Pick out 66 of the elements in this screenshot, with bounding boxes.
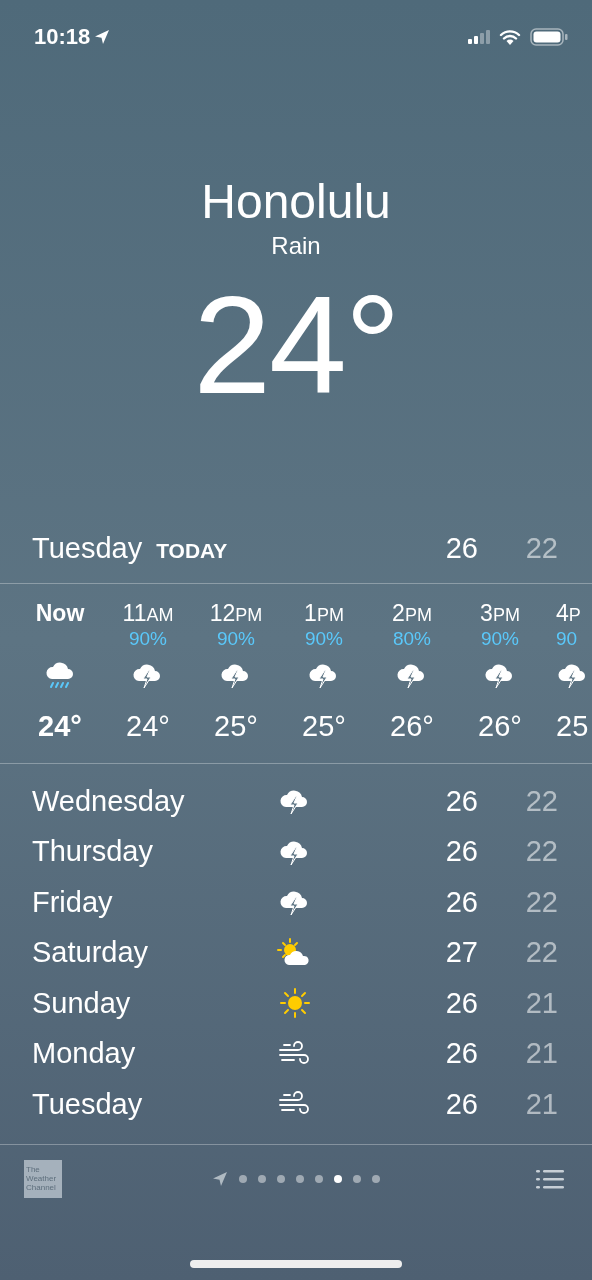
precipitation-chance: 90: [556, 628, 578, 649]
hour-label: 3PM: [480, 600, 520, 628]
page-dot[interactable]: [315, 1174, 323, 1183]
low-temperature: 22: [524, 532, 558, 565]
location-arrow-icon: [94, 29, 111, 45]
low-temperature: 22: [524, 936, 558, 970]
weekday-name: Friday: [32, 885, 114, 919]
city-name: Honolulu: [201, 174, 391, 230]
high-temperature: 26: [444, 532, 478, 565]
weekday-name: Wednesday: [32, 784, 186, 818]
page-dot[interactable]: [353, 1174, 361, 1183]
precipitation-chance: 80%: [393, 628, 431, 649]
high-temperature: 26: [444, 885, 478, 919]
hour-temperature: 26°: [390, 710, 434, 743]
low-temperature: 21: [524, 986, 558, 1020]
weekday-name: Monday: [32, 1037, 137, 1071]
hour-label: Now: [35, 600, 85, 628]
page-dot[interactable]: [296, 1174, 304, 1183]
location-arrow-icon[interactable]: [212, 1170, 228, 1187]
hour-temperature: 25: [556, 710, 589, 743]
wifi-icon: [499, 29, 521, 45]
high-temperature: 26: [444, 986, 478, 1020]
page-dot[interactable]: [239, 1174, 247, 1183]
weekday-name: Saturday: [32, 936, 150, 970]
weather-channel-logo[interactable]: The Weather Channel: [24, 1159, 62, 1198]
page-dot[interactable]: [277, 1174, 285, 1183]
current-temperature: 24°: [193, 270, 399, 420]
low-temperature: 22: [524, 784, 558, 818]
signal-icon: [468, 30, 490, 44]
hour-label: 12PM: [209, 600, 263, 628]
hour-label: 2PM: [392, 600, 432, 628]
high-temperature: 26: [444, 1037, 478, 1071]
hour-label: 1PM: [304, 600, 344, 628]
low-temperature: 21: [524, 1037, 558, 1071]
status-time: 10:18: [34, 24, 91, 50]
weekday-name: Sunday: [32, 986, 132, 1020]
battery-icon: [530, 28, 568, 46]
precipitation-chance: 90%: [305, 628, 343, 649]
list-icon[interactable]: [536, 1168, 564, 1189]
hour-label: 11AM: [122, 600, 174, 628]
hour-temperature: 25°: [302, 710, 346, 743]
precipitation-chance: 90%: [217, 628, 255, 649]
high-temperature: 26: [444, 1087, 478, 1121]
today-label: TODAY: [156, 539, 228, 563]
weekday-name: Thursday: [32, 835, 154, 869]
page-dot[interactable]: [334, 1174, 342, 1183]
today-day: Tuesday: [32, 532, 143, 565]
high-temperature: 26: [444, 835, 478, 869]
precipitation-chance: 90%: [481, 628, 519, 649]
hour-temperature: 25°: [214, 710, 258, 743]
hour-temperature: 24°: [38, 710, 82, 743]
hour-label: 4P: [556, 600, 581, 628]
low-temperature: 22: [524, 835, 558, 869]
low-temperature: 22: [524, 885, 558, 919]
hour-temperature: 24°: [126, 710, 170, 743]
sun-icon: [278, 986, 312, 1021]
hour-temperature: 26°: [478, 710, 522, 743]
precipitation-chance: 90%: [129, 628, 167, 649]
weekday-name: Tuesday: [32, 1087, 144, 1121]
high-temperature: 27: [444, 936, 478, 970]
high-temperature: 26: [444, 784, 478, 818]
weather-condition: Rain: [271, 232, 321, 260]
page-dot[interactable]: [372, 1174, 380, 1183]
wind-icon: [278, 1040, 312, 1067]
page-dot[interactable]: [258, 1174, 266, 1183]
low-temperature: 21: [524, 1087, 558, 1121]
